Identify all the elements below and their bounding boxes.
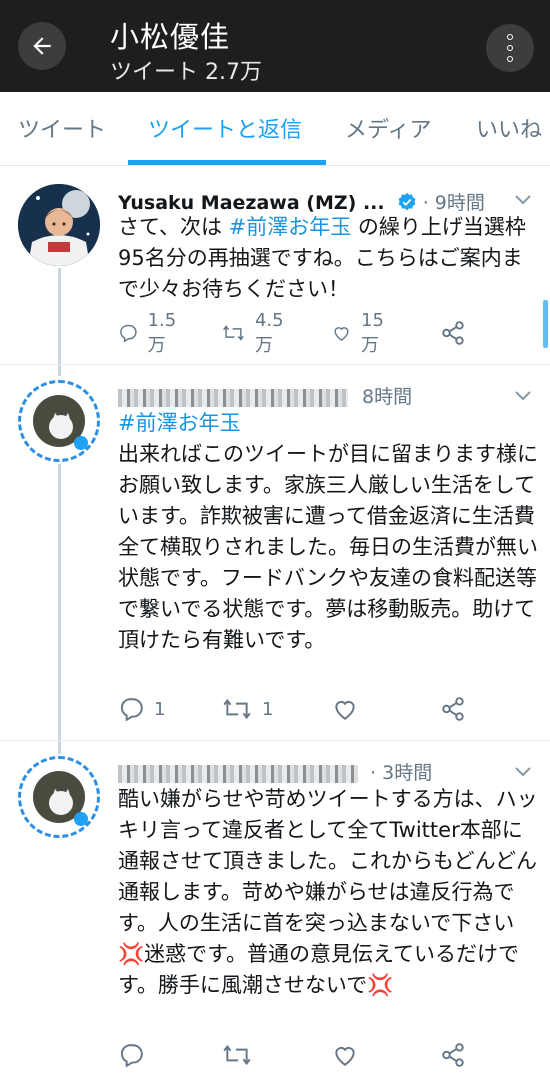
tweet-header: 8時間 — [118, 382, 412, 409]
share-button[interactable] — [440, 1040, 466, 1070]
divider — [0, 740, 550, 741]
retweet-count: 1 — [262, 698, 274, 720]
retweet-icon — [223, 698, 251, 720]
thread-connector — [58, 464, 61, 754]
chevron-down-icon[interactable] — [514, 766, 532, 778]
reply-icon — [120, 1044, 143, 1068]
tweet-text: #前澤お年玉 出来ればこのツイートが目に留まります様にお願い致します。家族三人厳… — [118, 411, 538, 652]
more-options-button[interactable] — [486, 24, 534, 72]
retweet-count: 4.5万 — [254, 309, 284, 356]
top-app-bar: 小松優佳 ツイート 2.7万 — [0, 0, 550, 92]
cat-avatar-image — [33, 771, 88, 826]
retweet-icon — [223, 1044, 251, 1066]
hashtag-link[interactable]: #前澤お年玉 — [118, 411, 241, 435]
like-icon — [335, 1047, 355, 1066]
reply-count: 1.5万 — [147, 309, 177, 356]
more-vertical-icon — [507, 34, 513, 40]
retweet-button[interactable]: 1 — [222, 694, 273, 724]
chevron-down-icon[interactable] — [514, 390, 532, 402]
tweet-count: ツイート 2.7万 — [110, 60, 262, 85]
like-icon — [334, 327, 349, 341]
reply-button[interactable]: 1 — [118, 694, 165, 724]
like-count: 15万 — [361, 309, 384, 356]
tweet-header: Yusaku Maezawa (MZ) ... · 9時間 — [118, 188, 485, 215]
tab-media[interactable]: メディア — [345, 112, 431, 144]
tweet-text: 酷い嫌がらせや苛めツイートする方は、ハッキリ言って違反者として全てTwitter… — [118, 787, 538, 997]
like-icon — [335, 701, 355, 720]
profile-tabs: ツイート ツイートと返信 メディア いいね — [0, 92, 550, 166]
redacted-username — [118, 764, 358, 783]
tab-likes[interactable]: いいね — [476, 112, 542, 144]
tweet-time[interactable]: · 3時間 — [370, 762, 432, 784]
share-button[interactable] — [440, 318, 466, 348]
chevron-down-icon[interactable] — [514, 194, 532, 206]
like-button[interactable] — [332, 1040, 358, 1070]
share-icon — [442, 697, 464, 721]
share-icon — [442, 1043, 464, 1067]
astronaut-avatar-image — [18, 184, 100, 266]
back-button[interactable] — [18, 22, 66, 70]
tab-tweets[interactable]: ツイート — [18, 112, 106, 144]
scrollbar[interactable] — [543, 300, 548, 348]
reply-button[interactable]: 1.5万 — [118, 310, 183, 356]
back-arrow-icon — [33, 37, 51, 55]
share-icon — [442, 321, 464, 345]
active-tab-indicator — [128, 160, 326, 165]
tweet-text: さて、次は #前澤お年玉 の繰り上げ当選枠95名分の再抽選ですね。こちらはご案内… — [118, 215, 526, 301]
redacted-username — [118, 388, 348, 407]
reply-button[interactable] — [118, 1040, 144, 1070]
reply-icon — [120, 698, 143, 722]
share-button[interactable] — [440, 694, 466, 724]
like-button[interactable]: 15万 — [332, 310, 391, 356]
profile-name-title: 小松優佳 — [110, 20, 231, 54]
reply-icon — [120, 324, 137, 343]
retweet-button[interactable]: 4.5万 — [222, 310, 291, 356]
like-button[interactable] — [332, 694, 358, 724]
cat-avatar-image — [33, 395, 88, 450]
tweet-time[interactable]: 8時間 — [362, 386, 412, 408]
hashtag-link[interactable]: #前澤お年玉 — [229, 215, 352, 239]
avatar[interactable] — [18, 756, 100, 838]
divider — [0, 364, 550, 365]
author-name[interactable]: Yusaku Maezawa (MZ) ... — [118, 192, 385, 214]
reply-count: 1 — [154, 698, 166, 720]
thread-connector — [58, 268, 61, 376]
tweet-time[interactable]: · 9時間 — [423, 192, 485, 214]
tweet-header: · 3時間 — [118, 758, 432, 785]
avatar[interactable] — [18, 184, 100, 266]
retweet-button[interactable] — [222, 1040, 252, 1070]
tab-tweets-and-replies[interactable]: ツイートと返信 — [148, 112, 302, 144]
avatar[interactable] — [18, 380, 100, 462]
retweet-icon — [223, 325, 244, 341]
verified-icon — [398, 192, 416, 211]
